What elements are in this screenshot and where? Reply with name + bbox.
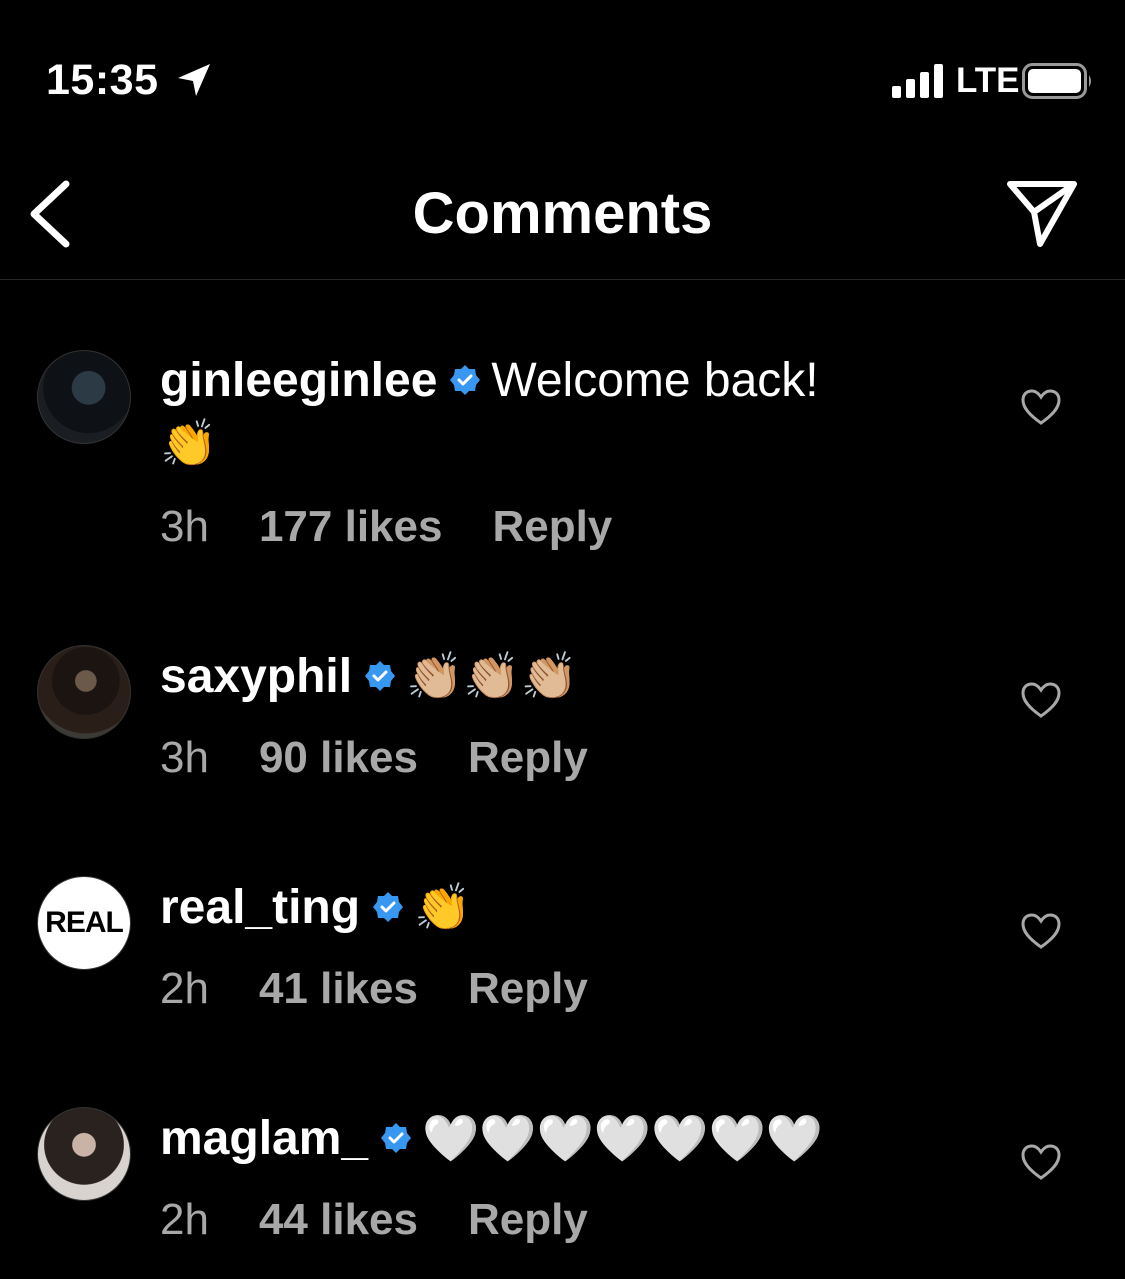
send-icon[interactable] [1002,178,1082,250]
white-heart-emoji: 🤍🤍🤍🤍🤍🤍🤍 [422,1111,824,1165]
comment-username[interactable]: real_ting [160,881,360,934]
clapping-hands-emoji: 👏 [160,416,218,470]
comment-item: ginleeginlee Welcome back! 👏 3h 177 likes Re… [0,350,1125,570]
comment-username[interactable]: ginleeginlee [160,354,437,407]
comment-text: saxyphil 👏🏼👏🏼👏🏼 [160,645,920,708]
page-title: Comments [412,181,713,246]
comment-likes[interactable]: 41 likes [259,964,418,1013]
comment-text: real_ting 👏 [160,876,920,939]
avatar-logo-text: REAL [45,906,124,939]
battery-icon [1022,63,1091,99]
network-type: LTE [956,61,1020,100]
avatar[interactable]: REAL [37,876,131,970]
status-time: 15:35 [46,56,159,104]
comment-age: 2h [160,1195,209,1244]
comment-likes[interactable]: 44 likes [259,1195,418,1244]
verified-badge-icon [381,1123,412,1154]
clapping-hands-emoji: 👏 [414,880,472,934]
signal-icon [892,64,943,98]
heart-icon[interactable] [1020,912,1062,950]
comment-text: ginleeginlee Welcome back! 👏 [160,350,920,475]
comment-likes[interactable]: 177 likes [259,502,443,551]
comment-item: REAL real_ting 👏 2h 41 likes Reply [0,876,1125,1016]
comment-username[interactable]: maglam_ [160,1112,368,1165]
comment-meta: 3h 90 likes Reply [160,733,638,783]
location-arrow-icon [178,64,210,96]
reply-button[interactable]: Reply [468,1195,588,1244]
avatar[interactable] [37,1107,131,1201]
reply-button[interactable]: Reply [468,733,588,782]
comment-age: 2h [160,964,209,1013]
heart-icon[interactable] [1020,681,1062,719]
comment-age: 3h [160,502,209,551]
verified-badge-icon [450,365,481,396]
status-bar: 15:35 LTE [0,0,1125,150]
avatar[interactable] [37,645,131,739]
comment-meta: 2h 41 likes Reply [160,964,638,1014]
comment-meta: 3h 177 likes Reply [160,502,662,552]
verified-badge-icon [373,892,404,923]
comments-header: Comments [0,150,1125,280]
verified-badge-icon [365,661,396,692]
comment-item: maglam_ 🤍🤍🤍🤍🤍🤍🤍 2h 44 likes Reply [0,1107,1125,1267]
comment-likes[interactable]: 90 likes [259,733,418,782]
avatar[interactable] [37,350,131,444]
reply-button[interactable]: Reply [492,502,612,551]
comment-meta: 2h 44 likes Reply [160,1195,638,1245]
comment-message: Welcome back! [491,354,819,407]
comment-age: 3h [160,733,209,782]
comment-username[interactable]: saxyphil [160,650,352,703]
comment-item: saxyphil 👏🏼👏🏼👏🏼 3h 90 likes Reply [0,645,1125,785]
reply-button[interactable]: Reply [468,964,588,1013]
comment-text: maglam_ 🤍🤍🤍🤍🤍🤍🤍 [160,1107,980,1170]
clapping-hands-emoji: 👏🏼👏🏼👏🏼 [406,649,578,703]
heart-icon[interactable] [1020,1143,1062,1181]
heart-icon[interactable] [1020,388,1062,426]
